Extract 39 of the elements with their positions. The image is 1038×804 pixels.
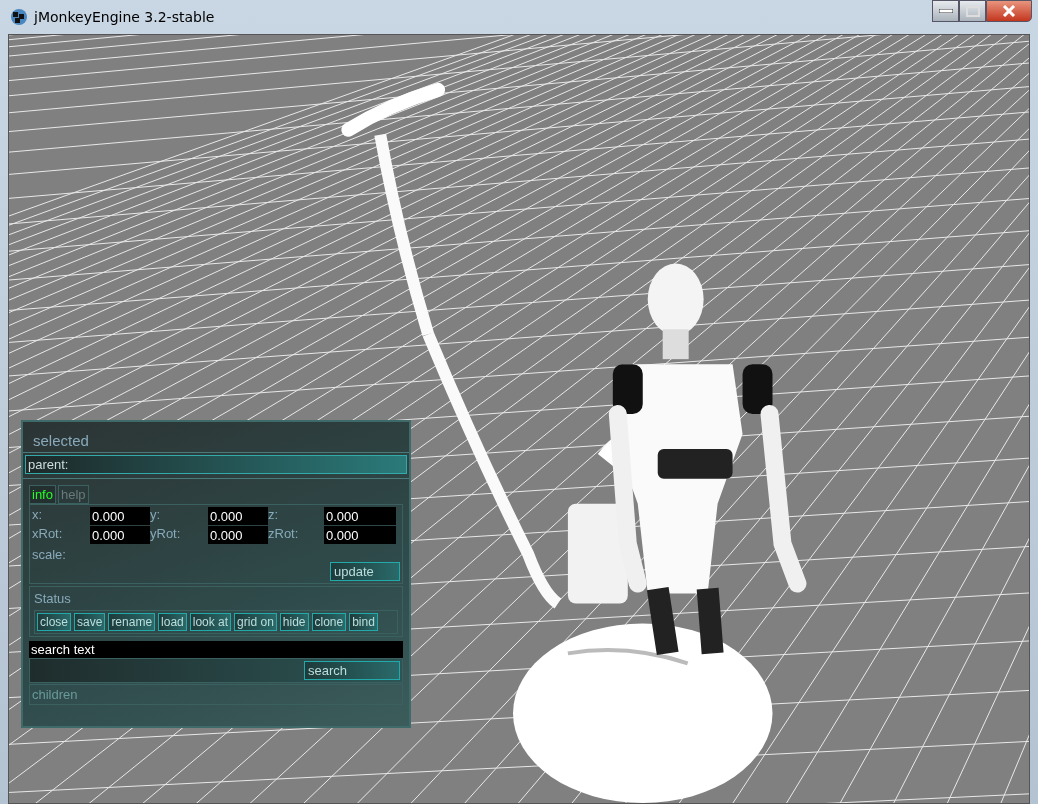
- scale-label: scale:: [32, 547, 67, 562]
- close-icon: [1002, 5, 1016, 17]
- action-button[interactable]: look at: [189, 613, 232, 631]
- action-button[interactable]: grid on: [234, 613, 277, 631]
- value-field[interactable]: 0.000: [90, 507, 150, 525]
- value-field[interactable]: 0.000: [208, 507, 268, 525]
- action-button[interactable]: bind: [349, 613, 378, 631]
- action-button[interactable]: save: [74, 613, 106, 631]
- minimize-icon: [938, 9, 953, 13]
- action-button[interactable]: rename: [108, 613, 156, 631]
- field-label: x:: [32, 507, 44, 524]
- value-field[interactable]: 0.000: [208, 526, 268, 544]
- app-logo-icon: [10, 8, 28, 26]
- maximize-button[interactable]: [959, 0, 986, 22]
- field-label: zRot:: [268, 526, 300, 543]
- action-button[interactable]: load: [158, 613, 187, 631]
- minimize-button[interactable]: [932, 0, 959, 22]
- parent-label: parent:: [25, 455, 407, 474]
- 3d-viewport[interactable]: selected parent: info help x: 0.000 y: 0.000 z: 0.000 xRot: 0.000 yRot: 0.000 zRot: 0.000 scale: update Status close save rename load look at grid on hide clone bind search text search children: [8, 34, 1030, 804]
- field-label: z:: [268, 507, 280, 524]
- panel-tab[interactable]: info: [29, 485, 56, 504]
- value-field[interactable]: 0.000: [324, 526, 396, 544]
- status-label: Status: [34, 591, 72, 606]
- panel-title: selected: [23, 422, 409, 453]
- value-field[interactable]: 0.000: [324, 507, 396, 525]
- window-title: jMonkeyEngine 3.2-stable: [34, 9, 215, 25]
- children-label: children: [29, 684, 403, 705]
- value-field[interactable]: 0.000: [90, 526, 150, 544]
- action-button[interactable]: clone: [311, 613, 347, 631]
- close-button[interactable]: [986, 0, 1032, 22]
- action-button[interactable]: close: [37, 613, 71, 631]
- search-button[interactable]: search: [304, 661, 400, 680]
- action-button[interactable]: hide: [279, 613, 309, 631]
- field-label: yRot:: [150, 526, 182, 543]
- field-label: xRot:: [32, 526, 64, 543]
- field-label: y:: [150, 507, 162, 524]
- search-field[interactable]: search text: [29, 641, 403, 658]
- maximize-icon: [965, 5, 980, 17]
- update-button[interactable]: update: [330, 562, 400, 581]
